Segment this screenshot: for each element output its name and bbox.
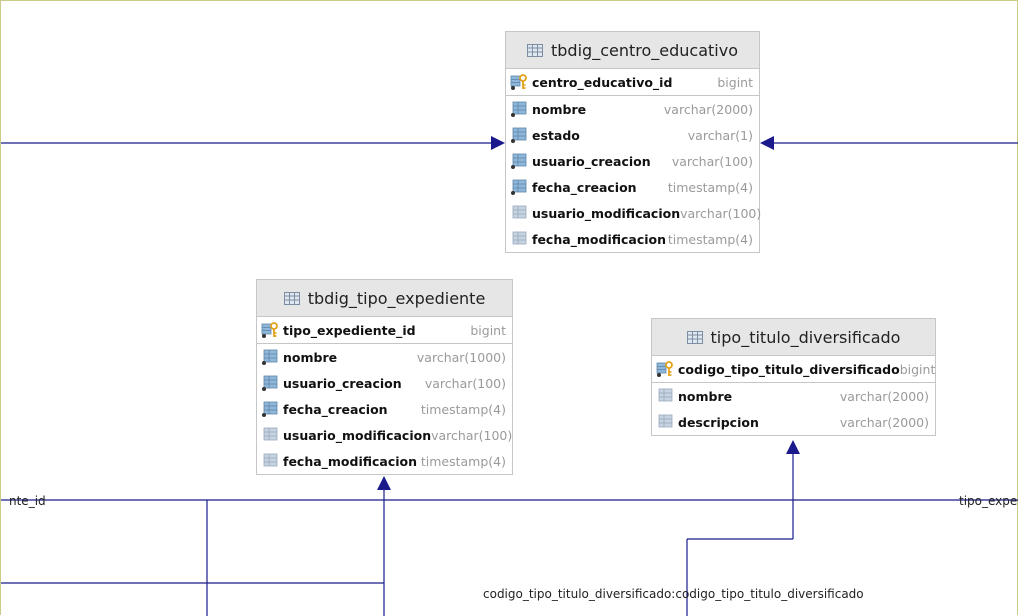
column-row[interactable]: fecha_modificacion timestamp(4) <box>257 448 512 474</box>
column-name: fecha_modificacion <box>532 231 667 247</box>
primary-key-row[interactable]: tipo_expediente_id bigint <box>257 317 512 344</box>
column-type: varchar(100) <box>671 153 753 169</box>
column-list: tipo_expediente_id bigint nombre varchar(10… <box>257 317 512 474</box>
column-type: timestamp(4) <box>667 179 753 195</box>
column-type: bigint <box>899 361 936 377</box>
nullable-column-icon <box>510 204 528 222</box>
column-row[interactable]: usuario_creacion varchar(100) <box>257 370 512 396</box>
nullable-column-icon <box>656 413 674 431</box>
table-icon <box>527 43 543 57</box>
arrowhead <box>377 476 391 490</box>
column-type: varchar(100) <box>424 375 506 391</box>
table-header[interactable]: tbdig_centro_educativo <box>506 32 759 69</box>
table-title: tipo_titulo_diversificado <box>710 327 901 347</box>
column-icon <box>261 348 279 366</box>
column-row[interactable]: nombre varchar(2000) <box>652 383 935 409</box>
arrowhead <box>491 136 505 150</box>
column-type: timestamp(4) <box>420 453 506 469</box>
column-type: varchar(100) <box>680 205 762 221</box>
column-name: nombre <box>283 349 338 365</box>
column-type: bigint <box>470 322 506 338</box>
column-name: usuario_creacion <box>283 375 402 391</box>
column-type: varchar(2000) <box>839 414 929 430</box>
column-name: usuario_creacion <box>532 153 651 169</box>
table-centro-educativo[interactable]: tbdig_centro_educativo centro_educativo_… <box>505 31 762 253</box>
column-name: fecha_modificacion <box>283 453 418 469</box>
column-icon <box>510 126 528 144</box>
column-icon <box>510 100 528 118</box>
column-name: estado <box>532 127 580 143</box>
column-icon <box>261 400 279 418</box>
primary-key-icon <box>656 360 674 378</box>
table-title: tbdig_tipo_expediente <box>307 288 486 308</box>
nullable-column-icon <box>656 387 674 405</box>
column-type: timestamp(4) <box>667 231 753 247</box>
column-row[interactable]: usuario_creacion varchar(100) <box>506 148 759 174</box>
table-icon <box>283 291 300 305</box>
column-name: tipo_expediente_id <box>283 322 416 338</box>
primary-key-icon <box>510 73 528 91</box>
column-list: codigo_tipo_titulo_diversificado bigint no… <box>652 356 935 435</box>
table-header[interactable]: tipo_titulo_diversificado <box>652 319 935 356</box>
diagram-canvas[interactable]: nte_id tipo_expe codigo_tipo_titulo_dive… <box>0 0 1018 616</box>
column-type: varchar(2000) <box>663 101 753 117</box>
column-icon <box>510 152 528 170</box>
column-type: bigint <box>717 74 753 90</box>
table-header[interactable]: tbdig_tipo_expediente <box>257 280 512 317</box>
primary-key-row[interactable]: centro_educativo_id bigint <box>506 69 759 96</box>
column-row[interactable]: fecha_modificacion timestamp(4) <box>506 226 759 252</box>
primary-key-icon <box>261 321 279 339</box>
table-tipo-expediente[interactable]: tbdig_tipo_expediente tipo_expediente_id… <box>256 279 513 475</box>
relation-label-right: tipo_expe <box>959 494 1018 508</box>
column-row[interactable]: estado varchar(1) <box>506 122 759 148</box>
column-name: codigo_tipo_titulo_diversificado <box>678 361 900 377</box>
column-name: fecha_creacion <box>283 401 388 417</box>
column-icon <box>510 178 528 196</box>
column-type: timestamp(4) <box>420 401 506 417</box>
table-tipo-titulo-diversificado[interactable]: tipo_titulo_diversificado codigo_tipo_ti… <box>651 318 936 436</box>
column-row[interactable]: usuario_modificacion varchar(100) <box>257 422 512 448</box>
column-name: usuario_modificacion <box>532 205 681 221</box>
column-row[interactable]: descripcion varchar(2000) <box>652 409 935 435</box>
relation-label-left: nte_id <box>9 494 46 508</box>
table-icon <box>686 330 703 344</box>
column-row[interactable]: nombre varchar(2000) <box>506 96 759 122</box>
column-type: varchar(100) <box>431 427 513 443</box>
column-type: varchar(2000) <box>839 388 929 404</box>
column-row[interactable]: fecha_creacion timestamp(4) <box>257 396 512 422</box>
column-list: centro_educativo_id bigint nombre varchar(2… <box>506 69 762 252</box>
column-name: nombre <box>678 388 733 404</box>
column-name: fecha_creacion <box>532 179 637 195</box>
nullable-column-icon <box>261 426 279 444</box>
column-row[interactable]: usuario_modificacion varchar(100) <box>506 200 762 226</box>
relation-label-bottom: codigo_tipo_titulo_diversificado:codigo_… <box>483 587 864 601</box>
column-name: descripcion <box>678 414 759 430</box>
column-name: usuario_modificacion <box>283 427 432 443</box>
column-type: varchar(1) <box>687 127 753 143</box>
nullable-column-icon <box>261 452 279 470</box>
arrowhead <box>786 440 800 454</box>
column-row[interactable]: fecha_creacion timestamp(4) <box>506 174 759 200</box>
column-type: varchar(1000) <box>416 349 506 365</box>
arrowhead <box>760 136 774 150</box>
column-name: centro_educativo_id <box>532 74 673 90</box>
nullable-column-icon <box>510 230 528 248</box>
column-icon <box>261 374 279 392</box>
column-name: nombre <box>532 101 587 117</box>
table-title: tbdig_centro_educativo <box>551 40 738 60</box>
column-row[interactable]: nombre varchar(1000) <box>257 344 512 370</box>
primary-key-row[interactable]: codigo_tipo_titulo_diversificado bigint <box>652 356 935 383</box>
